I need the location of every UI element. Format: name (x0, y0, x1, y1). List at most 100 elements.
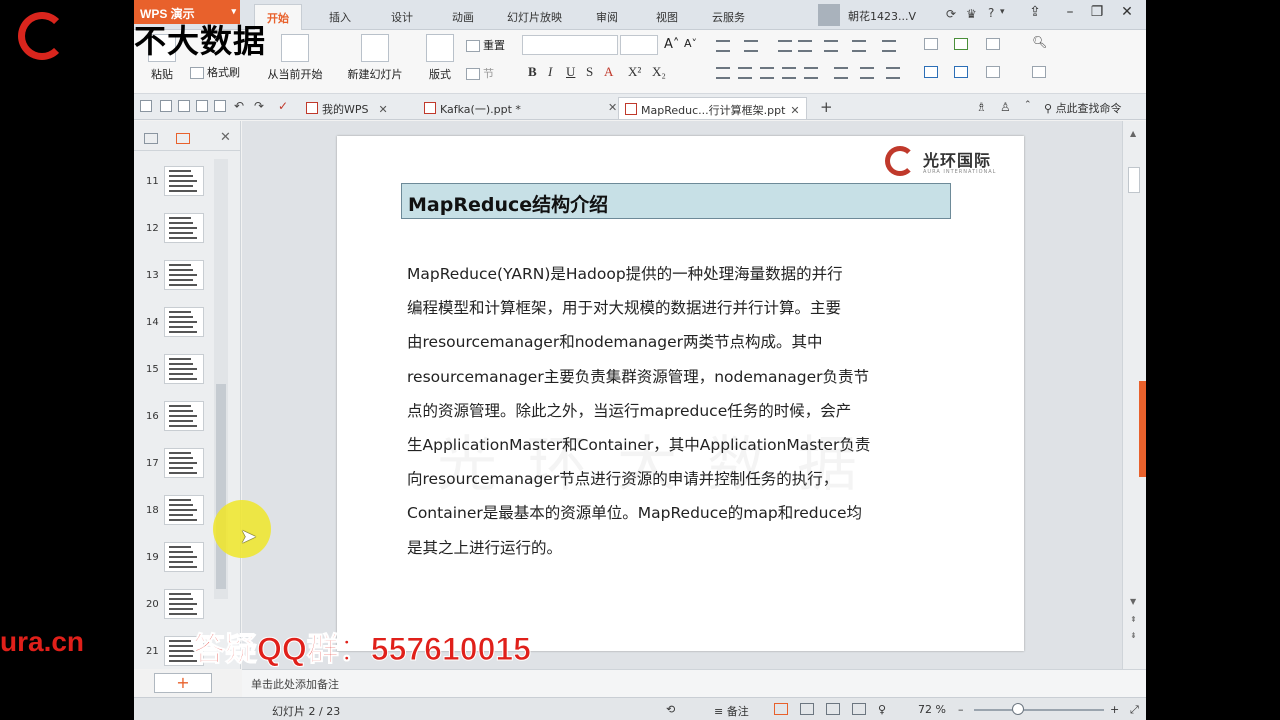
slide-thumbnail[interactable]: 11 (134, 166, 224, 202)
slide-thumbnail[interactable]: 20 (134, 589, 224, 625)
zoom-search-icon[interactable]: 🔍︎ (1032, 35, 1047, 49)
export-pdf-icon[interactable] (178, 100, 190, 112)
select-pane-icon[interactable] (1032, 66, 1046, 78)
chevron-up-icon[interactable]: ⌃ (1024, 100, 1032, 110)
decrease-font-icon[interactable]: A˅ (684, 37, 697, 50)
close-icon[interactable]: ✕ (220, 130, 231, 145)
paragraph-spacing-icon[interactable] (860, 67, 874, 79)
subscript-icon[interactable]: X₂ (652, 64, 666, 80)
slide-body-text[interactable]: MapReduce(YARN)是Hadoop提供的一种处理海量数据的并行 编程模型… (407, 257, 947, 565)
slide[interactable]: 光环大数据 光环国际 AURA INTERNATIONAL MapReduce结… (337, 136, 1024, 651)
slide-thumbnail[interactable]: 14 (134, 307, 224, 343)
minimize-button[interactable]: – (1059, 4, 1081, 24)
vertical-scrollbar[interactable]: ▲ ▼ ⇞ ⇟ (1122, 121, 1146, 669)
italic-icon[interactable]: I (548, 64, 552, 80)
line-spacing-icon[interactable] (834, 67, 848, 79)
maximize-button[interactable]: ❐ (1086, 4, 1108, 24)
customize-icon[interactable]: ✓ (278, 99, 288, 113)
new-tab-button[interactable]: + (820, 98, 833, 116)
increase-font-icon[interactable]: A˄ (664, 37, 679, 52)
doc-tab-mapreduce[interactable]: MapReduc...行计算框架.ppt ✕ (618, 97, 807, 119)
side-panel-tab[interactable] (1139, 381, 1146, 477)
tab-view[interactable]: 视图 (656, 9, 678, 25)
fill-icon[interactable] (986, 38, 1000, 50)
print-preview-icon[interactable] (214, 100, 226, 112)
reset-button[interactable]: 重置 (466, 37, 505, 53)
align-center-icon[interactable] (738, 67, 752, 79)
tab-cloud[interactable]: 云服务 (712, 9, 745, 25)
font-family-select[interactable] (522, 35, 618, 55)
scrollbar-thumb[interactable] (1128, 167, 1140, 193)
scrollbar-thumb[interactable] (216, 384, 226, 589)
slide-sorter-view-icon[interactable] (800, 703, 814, 715)
font-color-icon[interactable]: A (604, 64, 613, 80)
close-icon[interactable]: ✕ (379, 103, 388, 116)
command-search[interactable]: ⚲ 点此查找命令 (1044, 100, 1122, 116)
fit-window-icon[interactable]: ⤢ (1130, 703, 1139, 717)
align-text-icon[interactable] (886, 67, 900, 79)
close-icon[interactable]: ✕ (790, 104, 799, 117)
open-folder-icon[interactable] (140, 100, 152, 112)
play-slideshow-icon[interactable]: ♀ (878, 703, 886, 716)
strikethrough-icon[interactable]: S (586, 64, 593, 80)
prev-slide-icon[interactable]: ⇞ (1130, 615, 1137, 624)
scroll-down-icon[interactable]: ▼ (1130, 597, 1136, 606)
slide-thumbnail[interactable]: 15 (134, 354, 224, 390)
notes-toggle[interactable]: ≡ 备注 (714, 703, 749, 719)
history-icon[interactable]: ⟲ (666, 703, 675, 716)
superscript-icon[interactable]: X² (628, 64, 641, 80)
slide-thumbnail[interactable]: 16 (134, 401, 224, 437)
slides-view-icon[interactable] (176, 133, 190, 144)
slide-thumbnail[interactable]: 19 (134, 542, 224, 578)
notes-area[interactable]: 单击此处添加备注 (242, 669, 1146, 697)
textbox-icon[interactable] (924, 38, 938, 50)
slide-thumbnail[interactable]: 12 (134, 213, 224, 249)
tab-animation[interactable]: 动画 (452, 9, 474, 25)
distribute-icon[interactable] (804, 67, 818, 79)
add-slide-button[interactable]: + (154, 673, 212, 693)
zoom-level[interactable]: 72 % (918, 703, 946, 716)
tab-review[interactable]: 审阅 (596, 9, 618, 25)
arrange-icon[interactable] (954, 66, 968, 78)
bold-icon[interactable]: B (528, 64, 537, 80)
zoom-in-icon[interactable]: + (1110, 703, 1119, 716)
zoom-slider-handle[interactable] (1012, 703, 1024, 715)
save-icon[interactable] (160, 100, 172, 112)
chevron-down-icon[interactable]: ▾ (1000, 7, 1005, 17)
format-painter-button[interactable]: 格式刷 (190, 64, 240, 80)
print-icon[interactable] (196, 100, 208, 112)
slide-thumbnail[interactable]: 17 (134, 448, 224, 484)
slide-thumbnail[interactable]: 13 (134, 260, 224, 296)
justify-icon[interactable] (782, 67, 796, 79)
assistant-icon[interactable]: ♗ (976, 100, 987, 114)
zoom-slider[interactable] (974, 709, 1104, 711)
decrease-indent-icon[interactable] (778, 40, 792, 52)
redo-icon[interactable]: ↷ (254, 99, 264, 113)
tab-slideshow[interactable]: 幻灯片放映 (507, 9, 562, 25)
close-icon[interactable]: ✕ (608, 101, 617, 114)
columns-icon[interactable] (824, 40, 838, 52)
section-button[interactable]: 节 (466, 65, 494, 81)
tab-design[interactable]: 设计 (391, 9, 413, 25)
play-from-current-button[interactable]: 从当前开始 (260, 34, 330, 82)
picture-icon[interactable] (954, 38, 968, 50)
text-direction-icon[interactable] (852, 40, 866, 52)
notes-page-view-icon[interactable] (852, 703, 866, 715)
doc-tab-my-wps[interactable]: 我的WPS ✕ (300, 97, 394, 119)
slide-title[interactable]: MapReduce结构介绍 (401, 183, 951, 219)
increase-indent-icon[interactable] (798, 40, 812, 52)
sync-icon[interactable]: ⟳ (946, 7, 956, 21)
outline-icon[interactable] (986, 66, 1000, 78)
outline-view-icon[interactable] (144, 133, 158, 144)
slide-thumbnail[interactable]: 18 (134, 495, 224, 531)
doc-tab-kafka[interactable]: Kafka(一).ppt * ✕ (418, 97, 617, 119)
align-left-icon[interactable] (716, 67, 730, 79)
underline-icon[interactable]: U (566, 64, 575, 80)
user-account[interactable]: 朝花1423...V (818, 4, 958, 26)
undo-icon[interactable]: ↶ (234, 99, 244, 113)
shapes-icon[interactable] (924, 66, 938, 78)
next-slide-icon[interactable]: ⇟ (1130, 631, 1137, 640)
align-right-icon[interactable] (760, 67, 774, 79)
new-slide-button[interactable]: 新建幻灯片 (340, 34, 410, 82)
tab-insert[interactable]: 插入 (329, 9, 351, 25)
